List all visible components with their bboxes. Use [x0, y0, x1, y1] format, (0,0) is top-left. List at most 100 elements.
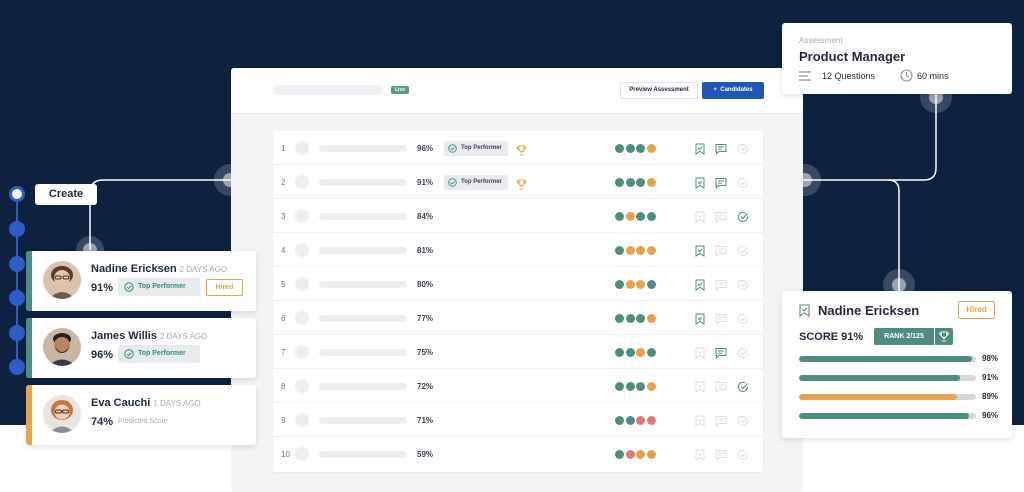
- bookmark-icon[interactable]: [694, 176, 706, 189]
- preview-assessment-button[interactable]: Preview Assessment: [620, 82, 698, 99]
- bookmark-icon[interactable]: [694, 380, 706, 393]
- hired-badge: Hired: [206, 279, 243, 296]
- comment-icon[interactable]: [715, 414, 727, 427]
- card-stripe: [26, 318, 32, 378]
- row-rank: 3: [281, 212, 286, 221]
- assessment-panel: Live Preview Assessment + Candidates 1 96…: [231, 68, 803, 492]
- trophy-icon: [939, 331, 949, 342]
- timeline-node[interactable]: [9, 256, 25, 272]
- comment-icon[interactable]: [715, 346, 727, 359]
- check-icon[interactable]: [737, 312, 749, 324]
- candidate-card[interactable]: James Willis 2 DAYS AGO 96% Top Performer: [26, 318, 256, 378]
- live-badge: Live: [391, 86, 410, 94]
- skill-dot: [636, 144, 645, 153]
- bookmark-icon[interactable]: [694, 448, 706, 461]
- assessment-card[interactable]: Assessment Product Manager 12 Questions …: [782, 23, 1012, 94]
- avatar-placeholder: [295, 345, 309, 359]
- candidate-score: 74%: [91, 416, 114, 428]
- check-icon[interactable]: [737, 244, 749, 256]
- row-rank: 5: [281, 280, 286, 289]
- table-row[interactable]: 4 81%: [273, 233, 763, 267]
- table-row[interactable]: 10 59%: [273, 437, 763, 471]
- check-circle-icon: [124, 349, 134, 359]
- skill-dot: [625, 178, 635, 187]
- detail-candidate-name: Nadine Ericksen: [818, 303, 920, 318]
- table-row[interactable]: 1 96% Top Performer: [273, 131, 763, 165]
- avatar-placeholder: [295, 413, 309, 427]
- comment-icon[interactable]: [715, 380, 727, 393]
- timeline-node[interactable]: [9, 290, 25, 306]
- candidates-button[interactable]: + Candidates: [702, 82, 764, 99]
- score-bar-label: 98%: [982, 354, 999, 363]
- candidate-days: 2 DAYS AGO: [159, 332, 208, 341]
- title-placeholder: [273, 85, 383, 95]
- bookmark-icon[interactable]: [694, 278, 706, 291]
- candidate-detail-card[interactable]: Nadine Ericksen Hired SCORE 91% RANK 2/1…: [782, 291, 1012, 438]
- row-score: 75%: [417, 348, 434, 357]
- table-row[interactable]: 2 91% Top Performer: [273, 165, 763, 199]
- check-icon[interactable]: [737, 142, 749, 154]
- bookmark-icon[interactable]: [694, 142, 706, 155]
- score-bar-fill: [799, 413, 969, 419]
- timeline-node-active[interactable]: [9, 186, 25, 202]
- comment-icon[interactable]: [715, 142, 727, 155]
- bookmark-icon[interactable]: [694, 414, 706, 427]
- comment-icon[interactable]: [715, 312, 727, 325]
- comment-icon[interactable]: [715, 278, 727, 291]
- skill-dots: [615, 246, 657, 255]
- bookmark-icon[interactable]: [694, 244, 706, 257]
- skill-dot: [625, 246, 635, 255]
- row-score: 80%: [417, 280, 434, 289]
- skill-dot: [646, 314, 656, 323]
- bookmark-icon[interactable]: [694, 210, 706, 223]
- candidate-name: Eva Cauchi 1 DAYS AGO: [91, 397, 201, 409]
- candidates-button-label: Candidates: [720, 87, 753, 93]
- check-icon[interactable]: [737, 176, 749, 188]
- timeline-node[interactable]: [9, 359, 25, 375]
- timeline-node[interactable]: [9, 221, 25, 237]
- table-row[interactable]: 8 72%: [273, 369, 763, 403]
- skill-dots: [615, 314, 657, 323]
- top-performer-badge: Top Performer: [444, 175, 508, 190]
- skill-dots: [615, 348, 657, 357]
- row-score: 81%: [417, 246, 434, 255]
- skill-dots: [615, 382, 657, 391]
- candidate-card[interactable]: Nadine Ericksen 2 DAYS AGO 91% Top Perfor…: [26, 251, 256, 311]
- comment-icon[interactable]: [715, 176, 727, 189]
- comment-icon[interactable]: [715, 244, 727, 257]
- skill-dot: [636, 246, 645, 255]
- comment-icon[interactable]: [715, 210, 727, 223]
- candidate-card[interactable]: Eva Cauchi 1 DAYS AGO 74% Predicted Score: [26, 385, 256, 445]
- check-icon[interactable]: [737, 414, 749, 426]
- table-row[interactable]: 3 84%: [273, 199, 763, 233]
- check-icon[interactable]: [737, 448, 749, 460]
- name-placeholder: [319, 179, 407, 186]
- timeline-node[interactable]: [9, 325, 25, 341]
- skill-dot: [636, 348, 645, 357]
- score-bar: [799, 394, 976, 400]
- skill-dot: [625, 450, 635, 459]
- skill-dot: [625, 348, 635, 357]
- create-label[interactable]: Create: [35, 184, 97, 205]
- comment-icon[interactable]: [715, 448, 727, 461]
- predicted-score-label: Predicted Score: [118, 418, 168, 425]
- avatar-placeholder: [295, 311, 309, 325]
- top-performer-badge: Top Performer: [444, 141, 508, 156]
- name-placeholder: [319, 417, 407, 424]
- score-bar-label: 91%: [982, 373, 999, 382]
- check-icon[interactable]: [737, 380, 749, 392]
- check-icon[interactable]: [737, 210, 749, 222]
- bookmark-icon[interactable]: [694, 346, 706, 359]
- table-row[interactable]: 7 75%: [273, 335, 763, 369]
- name-placeholder: [319, 315, 407, 322]
- assessment-title: Product Manager: [799, 49, 906, 64]
- table-row[interactable]: 9 71%: [273, 403, 763, 437]
- table-row[interactable]: 5 80%: [273, 267, 763, 301]
- check-icon[interactable]: [737, 278, 749, 290]
- candidate-days: 2 DAYS AGO: [179, 265, 228, 274]
- check-icon[interactable]: [737, 346, 749, 358]
- table-row[interactable]: 6 77%: [273, 301, 763, 335]
- name-placeholder: [319, 281, 407, 288]
- bookmark-icon[interactable]: [694, 312, 706, 325]
- score-bar: [799, 413, 976, 419]
